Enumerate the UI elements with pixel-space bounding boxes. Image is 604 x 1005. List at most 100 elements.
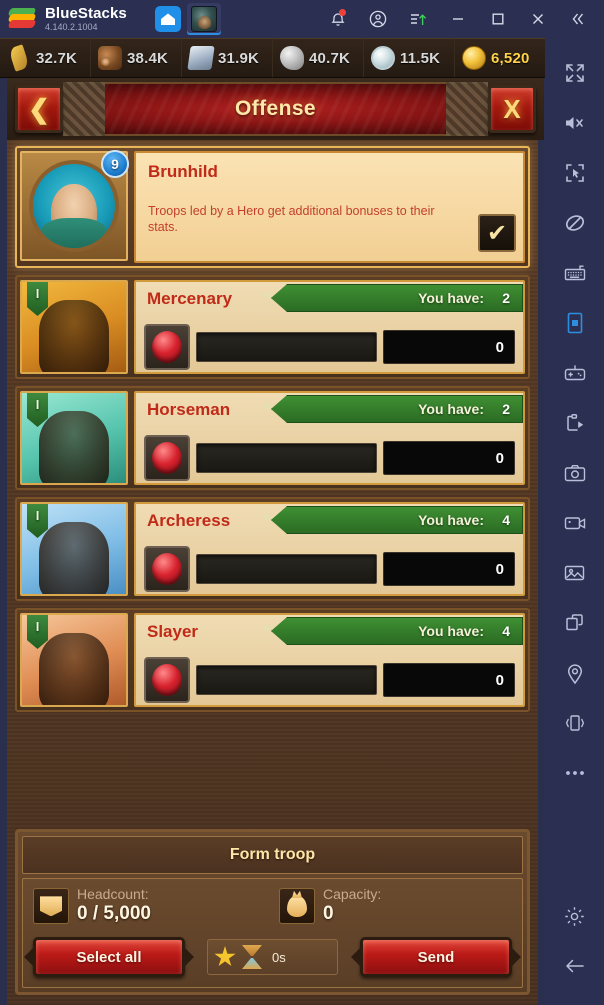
capacity-label: Capacity: <box>322 885 382 902</box>
shake-device-icon[interactable] <box>545 698 604 748</box>
troop-slider-handle[interactable] <box>144 435 190 481</box>
portrait-view-icon[interactable] <box>545 298 604 348</box>
troop-info-panel: Slayer « You have: 4 0 <box>134 613 525 707</box>
collapse-sidebar-button[interactable] <box>558 0 598 38</box>
hero-level-badge: 9 <box>101 150 129 178</box>
account-button[interactable] <box>358 0 398 38</box>
troop-quantity-row: 0 <box>144 435 515 481</box>
app-identity: BlueStacks 4.140.2.1004 <box>45 6 127 32</box>
troop-list[interactable]: 9 Brunhild Troops led by a Hero get addi… <box>7 140 538 712</box>
fullscreen-icon[interactable] <box>545 48 604 98</box>
home-tab[interactable] <box>151 3 185 35</box>
bluestacks-sidebar <box>545 38 604 1005</box>
march-time-value: 0s <box>272 949 286 965</box>
troop-name: Slayer <box>147 622 199 641</box>
screenshot-camera-icon[interactable] <box>545 448 604 498</box>
resource-value: 32.7K <box>36 49 78 67</box>
troop-silhouette <box>39 522 109 594</box>
resource-iron[interactable]: 31.9K <box>182 39 273 77</box>
hero-select-checkbox[interactable]: ✔ <box>478 214 516 252</box>
troop-slider-handle[interactable] <box>144 324 190 370</box>
troop-quantity-input[interactable]: 0 <box>383 330 515 364</box>
troop-info-panel: Horseman « You have: 2 0 <box>134 391 525 485</box>
gem-icon <box>152 442 182 474</box>
hero-card[interactable]: 9 Brunhild Troops led by a Hero get addi… <box>15 146 530 268</box>
no-ads-icon[interactable] <box>545 198 604 248</box>
troop-row[interactable]: I Horseman « You have: 2 0 <box>15 386 530 490</box>
app-version: 4.140.2.1004 <box>45 22 98 32</box>
troop-slider-handle[interactable] <box>144 657 190 703</box>
location-pin-icon[interactable] <box>545 648 604 698</box>
troop-quantity-row: 0 <box>144 546 515 592</box>
troop-slider-track[interactable] <box>196 665 377 695</box>
capacity-bag-icon <box>278 888 315 925</box>
keyboard-icon[interactable] <box>545 248 604 298</box>
troop-row[interactable]: I Archeress « You have: 4 0 <box>15 497 530 601</box>
you-have-label: You have: <box>418 623 484 639</box>
mercenary-portrait[interactable]: I <box>20 280 128 374</box>
select-all-button[interactable]: Select all <box>33 937 185 977</box>
capacity-value: 0 <box>322 903 334 925</box>
more-options-icon[interactable] <box>545 748 604 798</box>
action-button-row: Select all 0s Send <box>33 937 512 977</box>
headcount-value: 0 / 5,000 <box>77 903 151 925</box>
close-button[interactable] <box>518 0 558 38</box>
troop-slider-track[interactable] <box>196 554 377 584</box>
horseman-portrait[interactable]: I <box>20 391 128 485</box>
back-arrow-icon[interactable] <box>545 941 604 991</box>
media-gallery-icon[interactable] <box>545 548 604 598</box>
resource-stone[interactable]: 40.7K <box>273 39 364 77</box>
you-have-count: 4 <box>502 623 510 639</box>
troop-slider-track[interactable] <box>196 332 377 362</box>
multi-instance-icon[interactable] <box>545 598 604 648</box>
mute-icon[interactable] <box>545 98 604 148</box>
wheat-icon <box>8 44 30 72</box>
you-have-count: 2 <box>502 290 510 306</box>
you-have-count: 4 <box>502 512 510 528</box>
hero-portrait[interactable]: 9 <box>20 150 129 261</box>
instance-tabs <box>151 3 221 35</box>
send-button[interactable]: Send <box>360 937 512 977</box>
troop-info-panel: Archeress « You have: 4 0 <box>134 502 525 596</box>
hero-torso <box>41 218 107 248</box>
troop-quantity-input[interactable]: 0 <box>383 441 515 475</box>
gold-coin-icon <box>462 46 486 70</box>
capacity-stat: Capacity: 0 <box>278 885 382 926</box>
home-icon <box>154 6 181 32</box>
video-record-icon[interactable] <box>545 498 604 548</box>
game-thumbnail <box>190 6 217 32</box>
minimize-button[interactable] <box>438 0 478 38</box>
troop-slider-handle[interactable] <box>144 546 190 592</box>
ribbon-chevron-icon: « <box>263 619 271 635</box>
resource-bar: 32.7K 38.4K 31.9K 40.7K 11.5K 6,520 <box>0 38 545 78</box>
gamepad-icon[interactable] <box>545 348 604 398</box>
resource-silver[interactable]: 11.5K <box>364 39 455 77</box>
hourglass-icon <box>242 945 262 969</box>
troop-row[interactable]: I Mercenary « You have: 2 0 <box>15 275 530 379</box>
settings-gear-icon[interactable] <box>545 891 604 941</box>
troop-slider-track[interactable] <box>196 443 377 473</box>
maximize-button[interactable] <box>478 0 518 38</box>
game-tab[interactable] <box>186 3 221 35</box>
notifications-button[interactable] <box>318 0 358 38</box>
bluestacks-window: 32.7K 38.4K 31.9K 40.7K 11.5K 6,520 Offense ❮… <box>0 0 604 1005</box>
resource-gold[interactable]: 6,520 <box>455 39 545 77</box>
archeress-portrait[interactable]: I <box>20 502 128 596</box>
notification-badge <box>339 9 346 16</box>
troop-stats-row: Headcount: 0 / 5,000 Capacity: 0 <box>33 885 512 926</box>
resource-food[interactable]: 32.7K <box>0 39 91 77</box>
troop-owned-ribbon: You have: 4 <box>271 506 523 534</box>
troop-quantity-row: 0 <box>144 657 515 703</box>
logs-icon <box>98 46 122 70</box>
macro-play-icon[interactable] <box>545 398 604 448</box>
multi-select-icon[interactable] <box>545 148 604 198</box>
resource-wood[interactable]: 38.4K <box>91 39 182 77</box>
resource-value: 40.7K <box>309 49 351 67</box>
upload-button[interactable] <box>398 0 438 38</box>
slayer-portrait[interactable]: I <box>20 613 128 707</box>
troop-quantity-input[interactable]: 0 <box>383 663 515 697</box>
troop-row[interactable]: I Slayer « You have: 4 0 <box>15 608 530 712</box>
troop-quantity-input[interactable]: 0 <box>383 552 515 586</box>
you-have-label: You have: <box>418 512 484 528</box>
page-title: Offense <box>235 97 316 120</box>
